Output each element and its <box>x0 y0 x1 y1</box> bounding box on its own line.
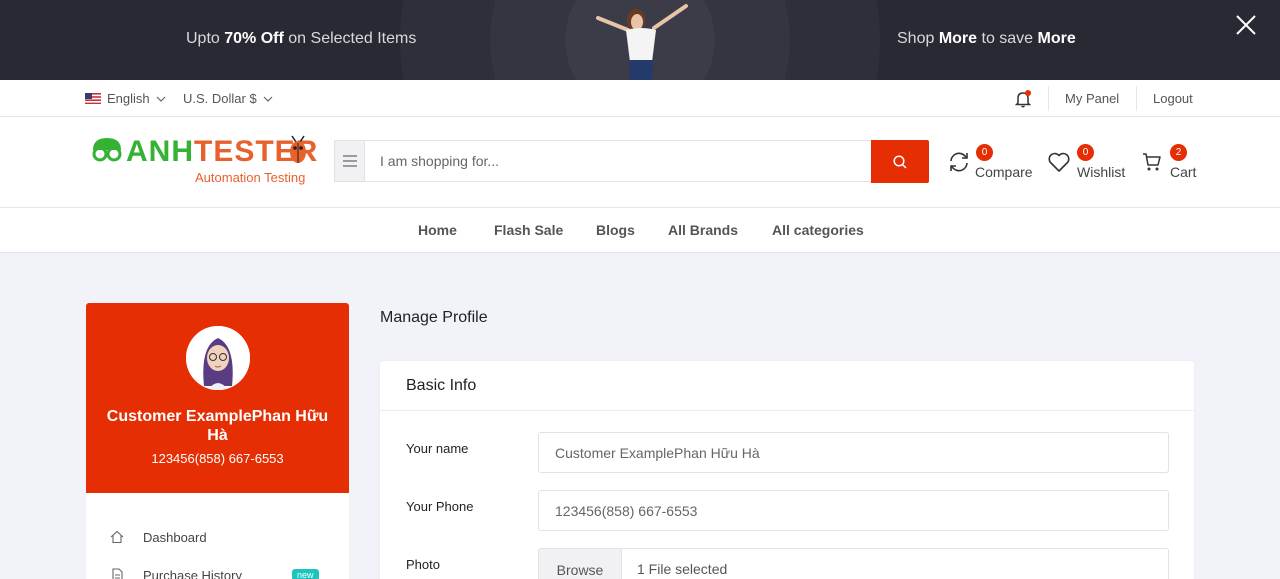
name-field[interactable] <box>538 432 1169 473</box>
photo-file-picker[interactable]: Browse 1 File selected <box>538 548 1169 579</box>
category-menu-button[interactable] <box>334 140 364 182</box>
sidebar-item-label: Purchase History <box>143 567 242 579</box>
chevron-down-icon <box>263 96 273 102</box>
cart-label: Cart <box>1170 164 1197 180</box>
nav-all-categories[interactable]: All categories <box>772 208 864 253</box>
avatar-illustration <box>186 326 250 390</box>
main-nav: Home Flash Sale Blogs All Brands All cat… <box>0 208 1280 253</box>
top-bar: English U.S. Dollar $ My Panel Logout <box>0 80 1280 117</box>
sidebar-item-dashboard[interactable]: Dashboard <box>86 519 349 555</box>
cart-icon <box>1143 153 1161 171</box>
wishlist-button[interactable]: 0 Wishlist <box>1047 144 1127 184</box>
wishlist-count-badge: 0 <box>1077 144 1094 161</box>
customer-name: Customer ExamplePhan Hữu Hà <box>106 408 329 444</box>
panel-title: Basic Info <box>406 377 477 394</box>
home-icon <box>110 530 124 544</box>
my-panel-link[interactable]: My Panel <box>1065 80 1119 117</box>
promo-model-image <box>596 4 688 80</box>
compare-icon <box>950 152 968 172</box>
nav-all-brands[interactable]: All Brands <box>668 208 738 253</box>
basic-info-panel: Basic Info Your name Your Phone Photo Br… <box>380 361 1194 579</box>
language-label: English <box>107 91 150 106</box>
logout-link[interactable]: Logout <box>1153 80 1193 117</box>
customer-phone: 123456(858) 667-6553 <box>151 451 284 466</box>
search-input[interactable] <box>364 140 871 182</box>
sidebar-item-label: Dashboard <box>143 529 207 545</box>
nav-home[interactable]: Home <box>418 208 457 253</box>
promo-left-text: Upto 70% Off on Selected Items <box>186 30 417 47</box>
name-field-label: Your name <box>406 441 469 456</box>
browse-button[interactable]: Browse <box>539 549 622 579</box>
promo-right-text: Shop More to save More <box>897 30 1076 47</box>
logo[interactable]: ANHTESTER Automation Testing <box>90 134 317 190</box>
new-badge: new <box>292 569 319 579</box>
document-icon <box>112 568 123 579</box>
bell-icon <box>1015 89 1031 107</box>
panel-header: Basic Info <box>380 361 1194 411</box>
profile-summary: Customer ExamplePhan Hữu Hà 123456(858) … <box>86 303 349 493</box>
heart-icon <box>1048 152 1070 172</box>
divider <box>1048 86 1049 111</box>
phone-field[interactable] <box>538 490 1169 531</box>
cart-count-badge: 2 <box>1170 144 1187 161</box>
divider <box>1136 86 1137 111</box>
avatar <box>186 326 250 390</box>
file-selected-text: 1 File selected <box>637 561 728 577</box>
compare-count-badge: 0 <box>976 144 993 161</box>
account-sidebar: Customer ExamplePhan Hữu Hà 123456(858) … <box>86 303 349 579</box>
logo-bug-icon <box>290 135 306 163</box>
wishlist-label: Wishlist <box>1077 164 1126 180</box>
search-icon <box>893 154 907 169</box>
currency-label: U.S. Dollar $ <box>183 91 257 106</box>
logo-glasses-icon <box>92 138 122 162</box>
phone-field-label: Your Phone <box>406 499 474 514</box>
nav-flash-sale[interactable]: Flash Sale <box>494 208 563 253</box>
cart-button[interactable]: 2 Cart <box>1142 144 1202 184</box>
compare-label: Compare <box>975 164 1033 180</box>
notifications-button[interactable] <box>1015 80 1031 117</box>
promo-banner[interactable]: Upto 70% Off on Selected Items Shop More… <box>0 0 1280 80</box>
photo-field-label: Photo <box>406 557 440 572</box>
compare-button[interactable]: 0 Compare <box>947 144 1037 184</box>
currency-selector[interactable]: U.S. Dollar $ <box>183 80 273 117</box>
page-title: Manage Profile <box>380 309 488 326</box>
us-flag-icon <box>85 93 101 104</box>
sidebar-item-purchase-history[interactable]: Purchase History new <box>86 557 349 579</box>
nav-blogs[interactable]: Blogs <box>596 208 635 253</box>
header: ANHTESTER Automation Testing 0 Compare <box>0 117 1280 208</box>
search-button[interactable] <box>871 140 929 183</box>
chevron-down-icon <box>156 96 166 102</box>
close-icon[interactable] <box>1233 12 1259 38</box>
language-selector[interactable]: English <box>85 80 166 117</box>
menu-icon <box>342 155 357 167</box>
logo-tagline: Automation Testing <box>195 170 306 185</box>
